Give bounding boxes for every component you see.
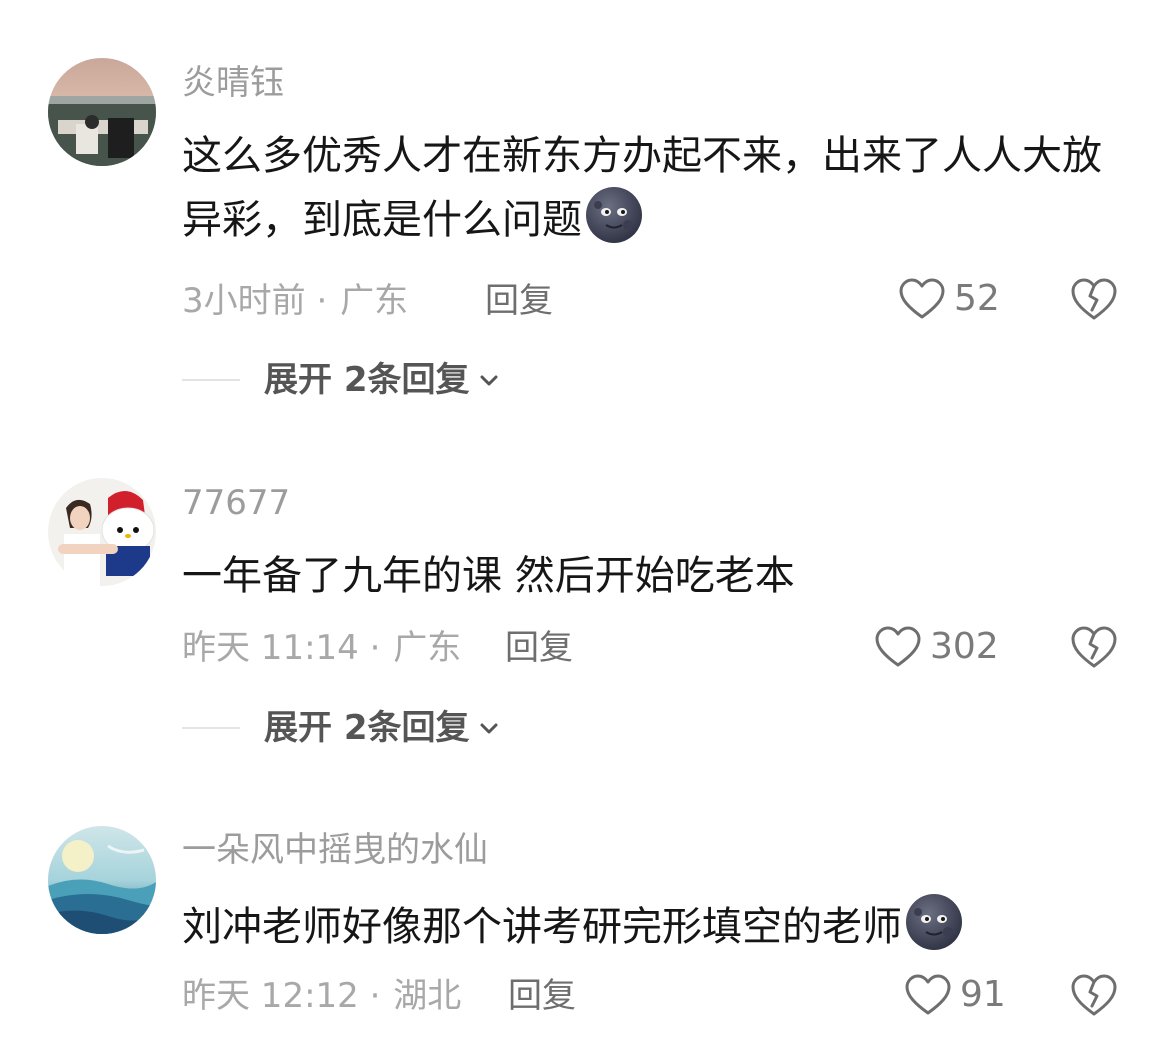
like-button[interactable]: 91 — [904, 973, 1006, 1017]
comment-text: 刘冲老师好像那个讲考研完形填空的老师 — [182, 892, 1132, 956]
username[interactable]: 一朵风中摇曳的水仙 — [182, 830, 488, 870]
dislike-button[interactable] — [1070, 972, 1118, 1018]
broken-heart-icon — [1071, 974, 1117, 1016]
comment-text-content: 刘冲老师好像那个讲考研完形填空的老师 — [182, 904, 902, 950]
comment-item: 一朵风中摇曳的水仙 刘冲老师好像那个讲考研完形填空的老师 昨天 12:12 · … — [0, 0, 1170, 1046]
comment-location: 湖北 — [393, 976, 462, 1016]
reply-button[interactable]: 回复 — [508, 976, 576, 1016]
comment-list: 炎晴钰 这么多优秀人才在新东方办起不来，出来了人人大放异彩，到底是什么问题 3小 — [0, 0, 1170, 1046]
heart-outline-icon — [905, 974, 951, 1015]
comment-time: 昨天 12:12 — [182, 976, 359, 1016]
comment-meta: 昨天 12:12 · 湖北 — [182, 976, 461, 1016]
new-moon-face-emoji — [906, 894, 962, 950]
avatar[interactable] — [48, 826, 156, 934]
like-count: 91 — [960, 974, 1006, 1015]
meta-separator: · — [369, 976, 381, 1016]
